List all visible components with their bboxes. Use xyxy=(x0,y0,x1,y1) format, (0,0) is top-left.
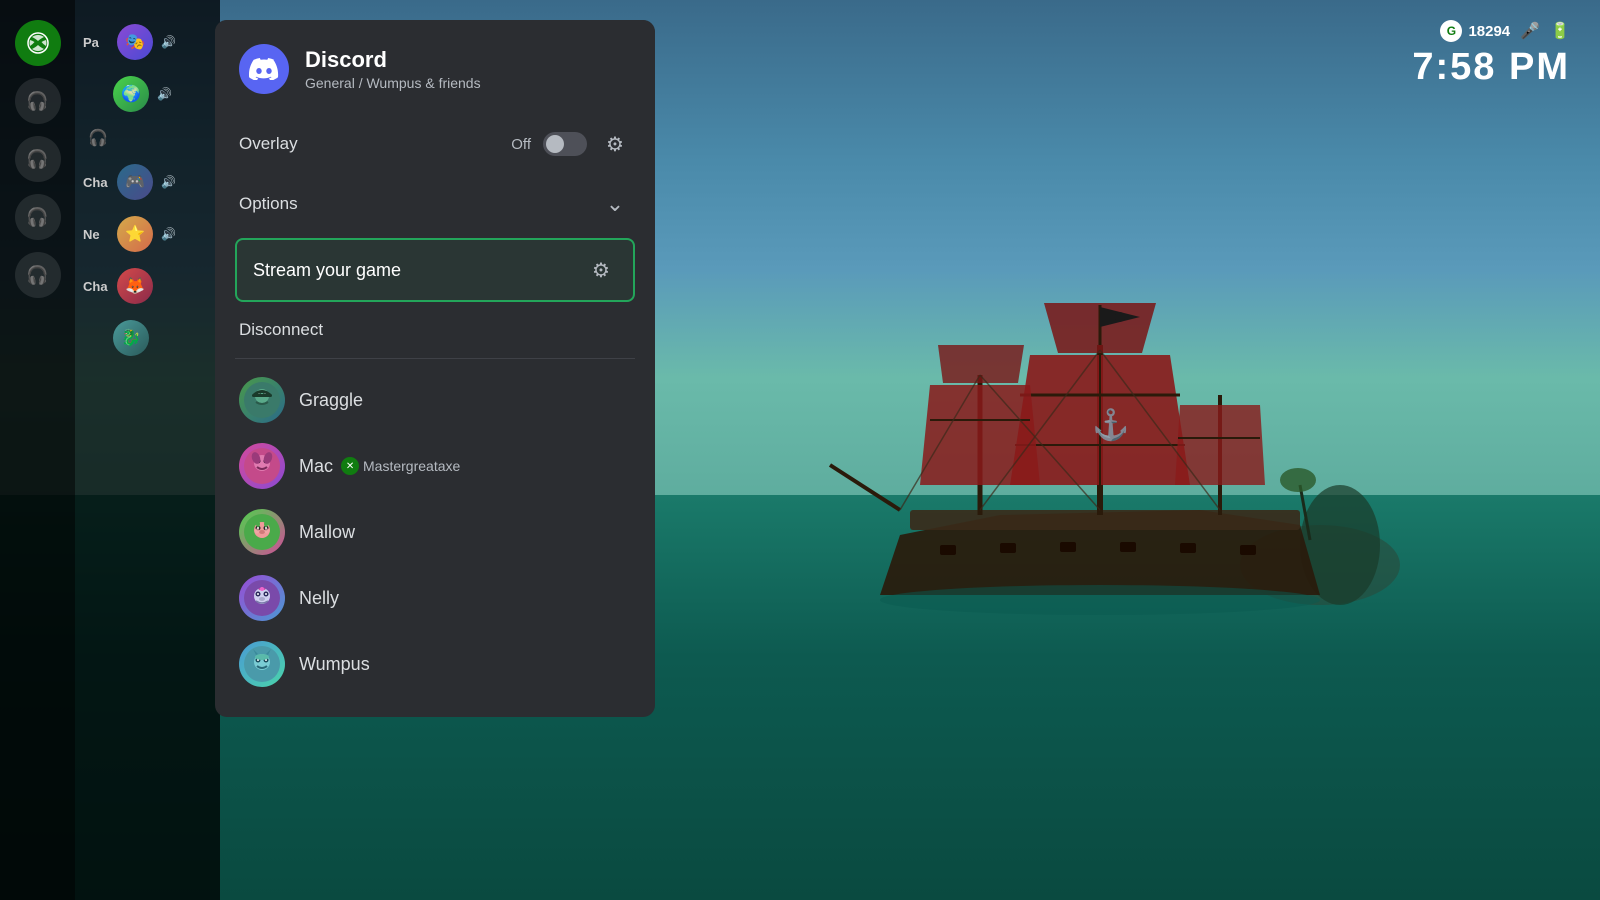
sidebar-headset-1[interactable]: 🎧 xyxy=(15,78,61,124)
disconnect-label: Disconnect xyxy=(239,320,323,339)
avatar-mallow xyxy=(239,509,285,555)
user-item-nelly[interactable]: Nelly xyxy=(235,565,635,631)
sidebar-headset-2[interactable]: 🎧 xyxy=(15,136,61,182)
mac-name-row: Mac ✕ Mastergreataxe xyxy=(299,456,460,477)
sidebar-user-label: Pa xyxy=(83,35,111,50)
overlay-status: Off xyxy=(511,136,531,153)
avatar-nelly xyxy=(239,575,285,621)
options-chevron-icon[interactable]: ⌄ xyxy=(599,188,631,220)
gamerscore-value: 18294 xyxy=(1468,23,1510,40)
gamerscore-icon: G xyxy=(1440,20,1462,42)
discord-channel: General / Wumpus & friends xyxy=(305,75,481,91)
sidebar-user-label-ne: Ne xyxy=(83,227,111,242)
overlay-label: Overlay xyxy=(239,134,298,154)
avatar-mac xyxy=(239,443,285,489)
sidebar-row-avatar6: 🐉 xyxy=(75,316,220,360)
discord-logo xyxy=(239,44,289,94)
overlay-controls: Off ⚙ xyxy=(511,128,631,160)
volume-icon-2: 🔊 xyxy=(157,87,172,101)
sidebar-avatar-1: 🎭 xyxy=(117,24,153,60)
stream-settings-button[interactable]: ⚙ xyxy=(585,254,617,286)
left-sidebar: 🎧 🎧 🎧 🎧 Pa 🎭 🔊 🌍 🔊 🎧 Cha 🎮 🔊 xyxy=(0,0,220,900)
hud-status-row: G 18294 🎤 🔋 xyxy=(1440,20,1570,42)
user-name-wumpus: Wumpus xyxy=(299,654,370,675)
battery-icon: 🔋 xyxy=(1550,21,1570,41)
stream-game-label: Stream your game xyxy=(253,260,401,281)
overlay-toggle[interactable] xyxy=(543,132,587,156)
sidebar-avatar-4: ⭐ xyxy=(117,216,153,252)
mac-info: Mac ✕ Mastergreataxe xyxy=(299,456,460,477)
divider xyxy=(235,358,635,359)
avatar-wumpus xyxy=(239,641,285,687)
sidebar-headset-row: 🎧 xyxy=(75,124,220,152)
user-name-mac: Mac xyxy=(299,456,333,477)
sidebar-user-pa: Pa 🎭 🔊 xyxy=(75,20,220,64)
sidebar-avatar-5: 🦊 xyxy=(117,268,153,304)
volume-icon-4: 🔊 xyxy=(161,227,176,241)
discord-title-group: Discord General / Wumpus & friends xyxy=(305,47,481,91)
overlay-row: Overlay Off ⚙ xyxy=(235,114,635,174)
sidebar-avatar-3: 🎮 xyxy=(117,164,153,200)
discord-panel: Discord General / Wumpus & friends Overl… xyxy=(215,20,655,717)
mac-xbox-badge: ✕ Mastergreataxe xyxy=(341,457,460,475)
mac-gamertag: Mastergreataxe xyxy=(363,458,460,474)
user-name-mallow: Mallow xyxy=(299,522,355,543)
user-name-graggle: Graggle xyxy=(299,390,363,411)
sidebar-headset-4[interactable]: 🎧 xyxy=(15,252,61,298)
avatar-graggle xyxy=(239,377,285,423)
hud-score: G 18294 xyxy=(1440,20,1510,42)
mac-xbox-icon: ✕ xyxy=(341,457,359,475)
sidebar-headset-3[interactable]: 🎧 xyxy=(15,194,61,240)
users-list: Graggle xyxy=(235,367,635,697)
discord-header: Discord General / Wumpus & friends xyxy=(215,20,655,114)
svg-text:⚓: ⚓ xyxy=(1092,407,1129,442)
hud-topright: G 18294 🎤 🔋 7:58 PM xyxy=(1412,20,1570,89)
xbox-icon[interactable] xyxy=(15,20,61,66)
user-item-mallow[interactable]: Mallow xyxy=(235,499,635,565)
toggle-knob xyxy=(546,135,564,153)
sidebar-icon-column: 🎧 🎧 🎧 🎧 xyxy=(0,0,75,900)
sidebar-user-label-cha1: Cha xyxy=(83,175,111,190)
disconnect-row[interactable]: Disconnect xyxy=(235,306,635,354)
mic-icon: 🎤 xyxy=(1520,21,1540,41)
hud-time: 7:58 PM xyxy=(1412,46,1570,89)
options-label: Options xyxy=(239,194,298,214)
discord-app-name: Discord xyxy=(305,47,481,73)
discord-body: Overlay Off ⚙ Options ⌄ Stream your game… xyxy=(215,114,655,697)
sidebar-user-cha2: Cha 🦊 xyxy=(75,264,220,308)
sidebar-row-spacer: 🌍 🔊 xyxy=(75,72,220,116)
stream-game-button[interactable]: Stream your game ⚙ xyxy=(235,238,635,302)
user-item-wumpus[interactable]: Wumpus xyxy=(235,631,635,697)
sidebar-user-ne: Ne ⭐ 🔊 xyxy=(75,212,220,256)
user-item-mac[interactable]: Mac ✕ Mastergreataxe xyxy=(235,433,635,499)
options-row[interactable]: Options ⌄ xyxy=(235,174,635,234)
overlay-settings-button[interactable]: ⚙ xyxy=(599,128,631,160)
volume-icon-1: 🔊 xyxy=(161,35,176,49)
user-item-graggle[interactable]: Graggle xyxy=(235,367,635,433)
sidebar-avatar-2: 🌍 xyxy=(113,76,149,112)
sidebar-user-label-cha2: Cha xyxy=(83,279,111,294)
sidebar-user-cha1: Cha 🎮 🔊 xyxy=(75,160,220,204)
user-name-nelly: Nelly xyxy=(299,588,339,609)
sidebar-avatar-6: 🐉 xyxy=(113,320,149,356)
volume-icon-3: 🔊 xyxy=(161,175,176,189)
sidebar-users-column: Pa 🎭 🔊 🌍 🔊 🎧 Cha 🎮 🔊 Ne ⭐ 🔊 Cha 🦊 🐉 xyxy=(75,0,220,900)
ship-scene: ⚓ xyxy=(800,245,1400,750)
